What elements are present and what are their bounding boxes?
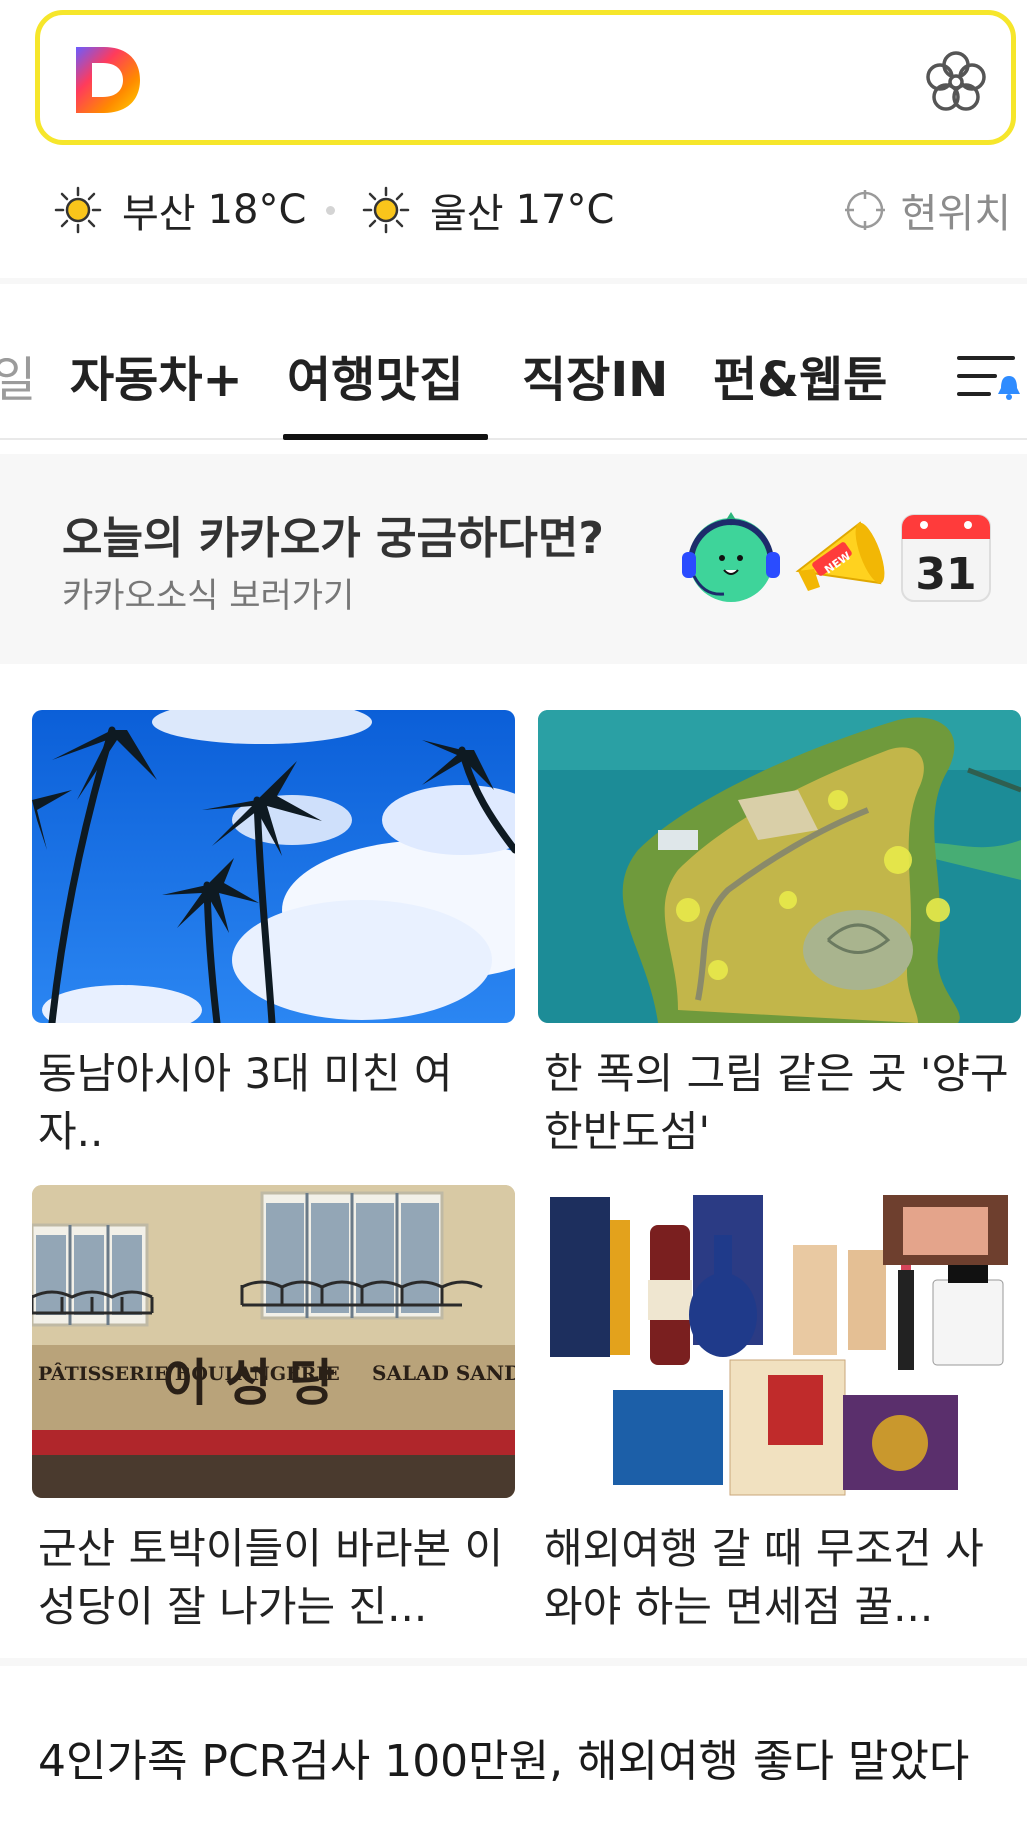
sun-icon (362, 186, 410, 234)
active-tab-indicator (283, 434, 488, 440)
weather-city: 부산 (122, 191, 196, 237)
flower-icon[interactable] (923, 49, 989, 115)
article-card[interactable]: 한 폭의 그림 같은 곳 '양구 한반도섬' (538, 710, 1021, 1161)
bakery-sign-right: SALAD SANDWICH (372, 1361, 515, 1385)
tab-office[interactable]: 직장IN (522, 340, 668, 410)
weather-ulsan[interactable]: 울산 17°C (362, 170, 614, 250)
calendar-day: 31 (915, 549, 976, 600)
section-divider (0, 278, 1027, 284)
current-location-button[interactable]: 현위치 (843, 170, 1011, 250)
tab-travel-food[interactable]: 여행맛집 (287, 340, 464, 410)
weather-temp: 17°C (515, 187, 615, 233)
tab-fun-webtoon[interactable]: 펀&웹툰 (713, 340, 887, 410)
tab-partial[interactable]: 일 (0, 340, 36, 410)
article-title[interactable]: 동남아시아 3대 미친 여자.. (32, 1045, 515, 1161)
tab-cars[interactable]: 자동차+ (70, 340, 243, 410)
crosshair-icon (844, 190, 885, 230)
article-image-bakery-storefront[interactable]: PÂTISSERIE BOULANGERIE 이 성 당 SALAD SANDW… (32, 1185, 515, 1498)
article-card[interactable]: 해외여행 갈 때 무조건 사와야 하는 면세점 꿀... (538, 1185, 1021, 1636)
weather-row: 부산 18°C 울산 17°C 현위치 (0, 170, 1027, 250)
article-title[interactable]: 한 폭의 그림 같은 곳 '양구 한반도섬' (538, 1045, 1021, 1161)
weather-temp: 18°C (207, 187, 307, 233)
mascot-headset-icon (682, 512, 780, 602)
article-card[interactable]: 동남아시아 3대 미친 여자.. (32, 710, 515, 1161)
article-image-island-aerial[interactable] (538, 710, 1021, 1023)
weather-city: 울산 (430, 191, 504, 237)
sun-icon (54, 186, 102, 234)
section-divider (0, 1658, 1027, 1666)
calendar-icon: 31 (901, 514, 991, 602)
article-title[interactable]: 군산 토박이들이 바라본 이성당이 잘 나가는 진... (32, 1520, 515, 1636)
kakao-news-banner[interactable]: 오늘의 카카오가 궁금하다면? 카카오소식 보러가기 NEW 31 (0, 454, 1027, 664)
banner-subtitle: 카카오소식 보러가기 (62, 576, 355, 616)
article-title[interactable]: 해외여행 갈 때 무조건 사와야 하는 면세점 꿀... (538, 1520, 1021, 1636)
category-tabs: 일 자동차+ 여행맛집 직장IN 펀&웹툰 (0, 300, 1027, 440)
weather-busan[interactable]: 부산 18°C (54, 170, 306, 250)
bakery-sign-center: 이 성 당 (162, 1353, 335, 1412)
article-image-duty-free-products[interactable] (538, 1185, 1021, 1498)
article-image-palm-trees[interactable] (32, 710, 515, 1023)
news-headline[interactable]: 4인가족 PCR검사 100만원, 해외여행 좋다 말았다 (38, 1725, 969, 1789)
daum-logo[interactable] (70, 43, 144, 117)
weather-separator (326, 206, 335, 215)
menu-with-notification-icon[interactable] (955, 350, 1023, 404)
banner-title: 오늘의 카카오가 궁금하다면? (62, 513, 604, 564)
location-label: 현위치 (900, 191, 1011, 237)
search-bar[interactable] (35, 10, 1016, 145)
megaphone-new-icon: NEW (795, 521, 885, 591)
article-card[interactable]: PÂTISSERIE BOULANGERIE 이 성 당 SALAD SANDW… (32, 1185, 515, 1636)
